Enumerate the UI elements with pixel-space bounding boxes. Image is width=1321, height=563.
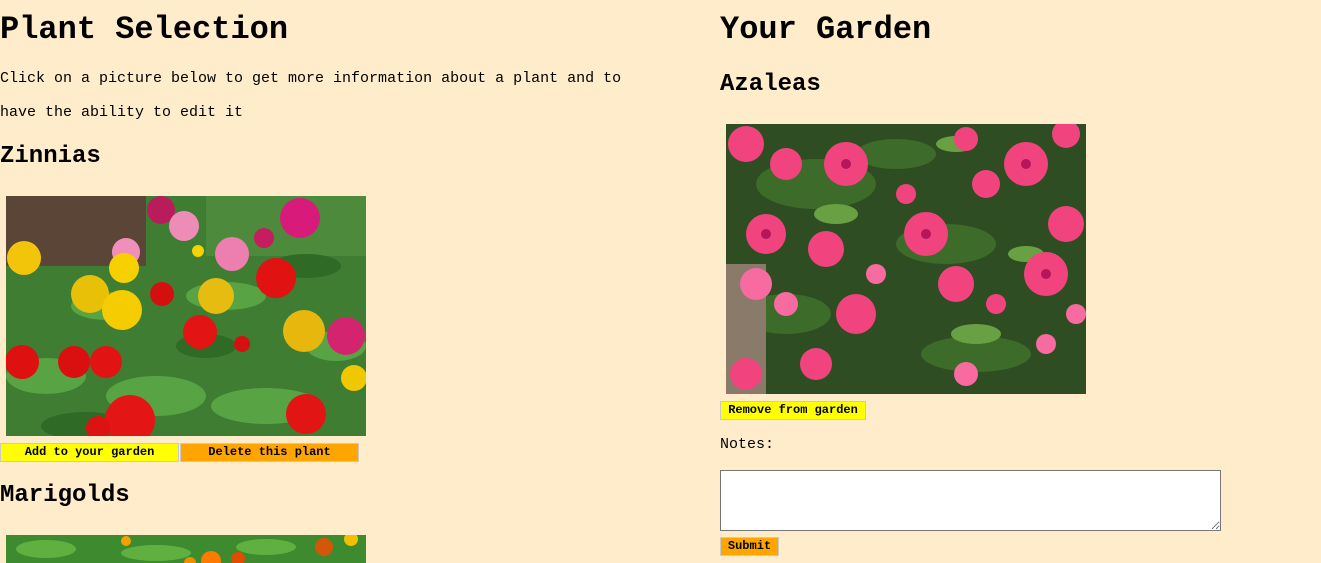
add-to-garden-button[interactable]: Add to your garden bbox=[0, 443, 179, 462]
remove-from-garden-button[interactable]: Remove from garden bbox=[720, 401, 866, 420]
submit-notes-button[interactable]: Submit bbox=[720, 537, 779, 556]
delete-plant-button[interactable]: Delete this plant bbox=[180, 443, 359, 462]
your-garden-title: Your Garden bbox=[720, 11, 932, 48]
azaleas-image[interactable] bbox=[726, 124, 1086, 394]
plant-name-zinnias: Zinnias bbox=[0, 143, 101, 170]
plant-selection-title: Plant Selection bbox=[0, 11, 289, 48]
garden-plant-name-azaleas: Azaleas bbox=[720, 71, 821, 98]
plant-name-marigolds: Marigolds bbox=[0, 482, 130, 509]
marigolds-image[interactable] bbox=[6, 535, 366, 563]
notes-textarea[interactable] bbox=[720, 470, 1221, 531]
notes-label: Notes: bbox=[720, 436, 775, 453]
selection-intro-text: Click on a picture below to get more inf… bbox=[0, 70, 622, 121]
zinnias-image[interactable] bbox=[6, 196, 366, 436]
